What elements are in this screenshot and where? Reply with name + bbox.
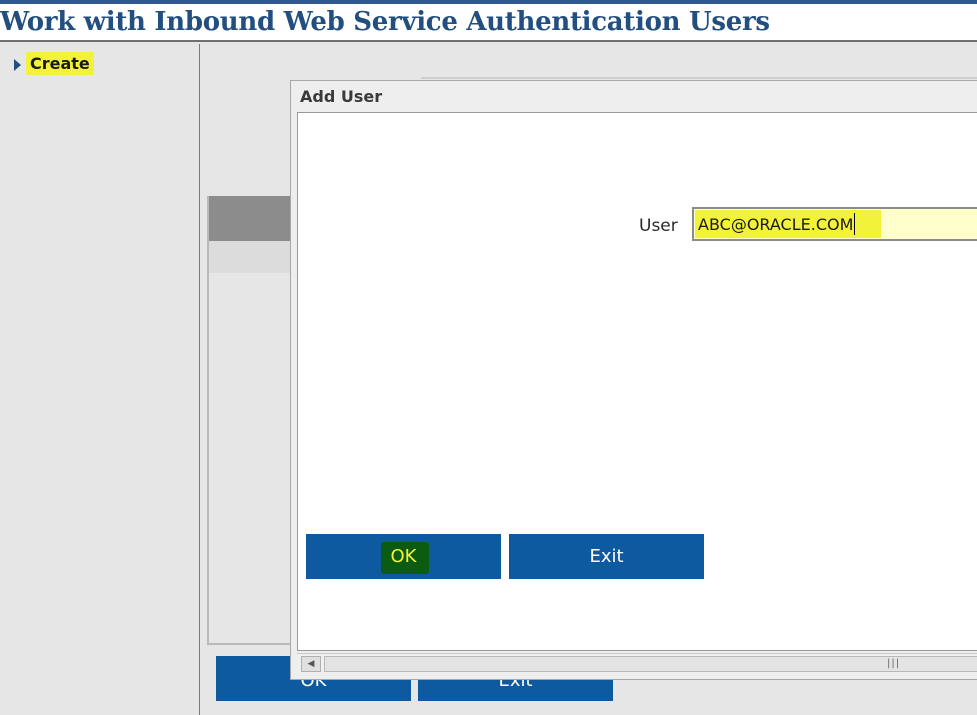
exit-button[interactable]: Exit: [509, 534, 704, 579]
triangle-right-icon: [14, 59, 21, 71]
grip-icon: |||: [887, 658, 901, 669]
dialog-body: User ABC@ORACLE.COM OK Exit: [297, 112, 977, 651]
ok-button[interactable]: OK: [306, 534, 501, 579]
scroll-left-arrow-icon[interactable]: ◀: [301, 656, 321, 672]
dialog-title: Add User: [300, 87, 383, 106]
background-frame-edge: [421, 77, 977, 79]
add-user-dialog: Add User User ABC@ORACLE.COM OK Exit ◀ |…: [290, 80, 977, 680]
background-panel-border: [207, 196, 209, 644]
sidebar: Create: [0, 44, 200, 715]
user-input[interactable]: [692, 207, 977, 241]
scroll-thumb[interactable]: |||: [324, 656, 977, 672]
horizontal-scrollbar[interactable]: ◀ |||: [297, 653, 977, 673]
user-label: User: [639, 216, 678, 236]
title-bar: Work with Inbound Web Service Authentica…: [0, 4, 977, 42]
ok-button-label: OK: [390, 546, 417, 567]
page-title: Work with Inbound Web Service Authentica…: [0, 7, 770, 37]
sidebar-item-label: Create: [26, 52, 94, 75]
